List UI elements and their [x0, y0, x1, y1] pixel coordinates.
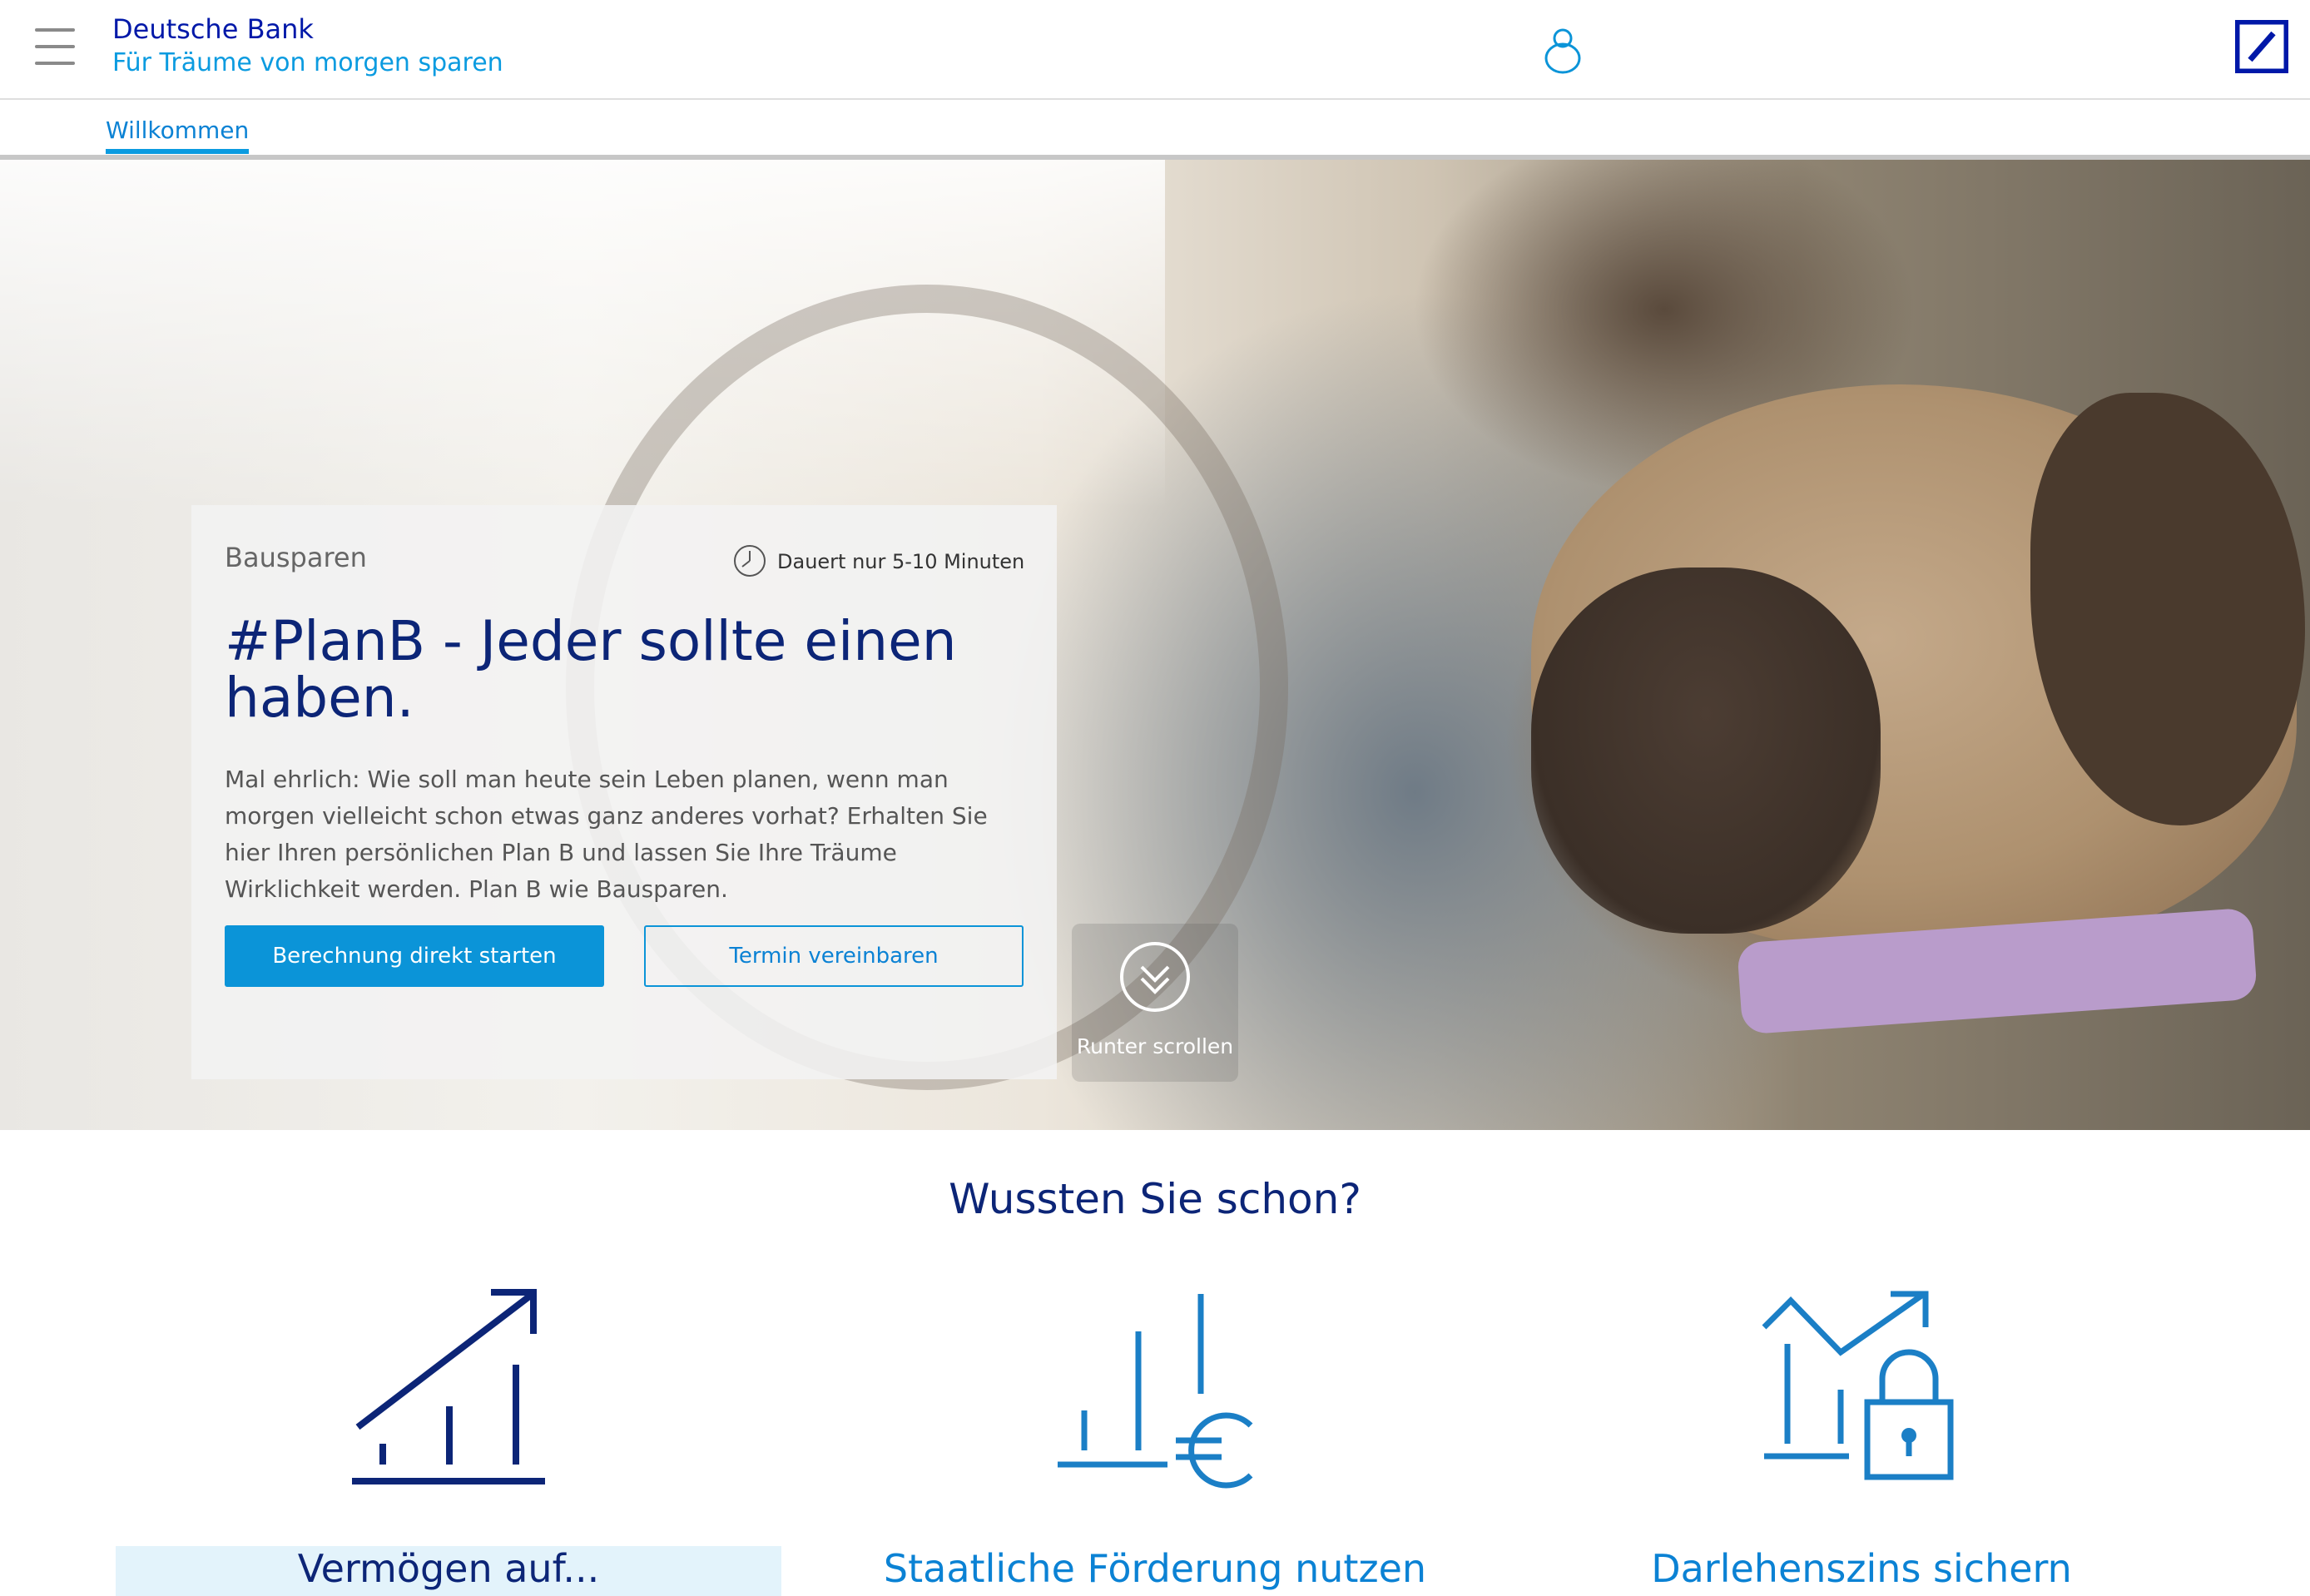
duration-text: Dauert nur 5-10 Minuten — [777, 550, 1025, 573]
top-header: Deutsche Bank Für Träume von morgen spar… — [0, 0, 2310, 100]
user-icon[interactable] — [1539, 25, 1586, 75]
section-title: Wussten Sie schon? — [949, 1175, 1361, 1223]
hero-title: #PlanB - Jeder sollte einen haben. — [225, 609, 957, 730]
feature-label-2[interactable]: Staatliche Förderung nutzen — [822, 1546, 1488, 1596]
hero-card: Bausparen Dauert nur 5-10 Minuten #PlanB… — [191, 505, 1057, 1079]
scroll-down-label: Runter scrollen — [1076, 1034, 1234, 1058]
growth-chart-icon — [352, 1289, 545, 1484]
hero-description: Mal ehrlich: Wie soll man heute sein Leb… — [225, 766, 988, 903]
clock-icon — [734, 545, 766, 577]
hero-category: Bausparen — [225, 542, 367, 573]
deutsche-bank-logo[interactable] — [2235, 20, 2288, 73]
schedule-appointment-button[interactable]: Termin vereinbaren — [644, 925, 1024, 987]
feature-label-1[interactable]: Vermögen auf... — [116, 1546, 781, 1596]
scroll-down-button[interactable]: Runter scrollen — [1072, 924, 1238, 1082]
hamburger-menu-icon[interactable] — [35, 28, 75, 67]
start-calculation-button[interactable]: Berechnung direkt starten — [225, 925, 604, 987]
tab-bar: Willkommen — [0, 100, 2310, 160]
brand-name: Deutsche Bank — [112, 13, 314, 45]
tab-willkommen[interactable]: Willkommen — [106, 116, 250, 154]
chevron-double-down-icon — [1120, 942, 1190, 1012]
brand-tagline: Für Träume von morgen sparen — [112, 48, 503, 77]
euro-bar-chart-icon — [1058, 1294, 1253, 1489]
feature-label-3[interactable]: Darlehenszins sichern — [1529, 1546, 2194, 1596]
hero-dog-muzzle — [1531, 568, 1881, 934]
secured-interest-icon — [1762, 1291, 1954, 1480]
